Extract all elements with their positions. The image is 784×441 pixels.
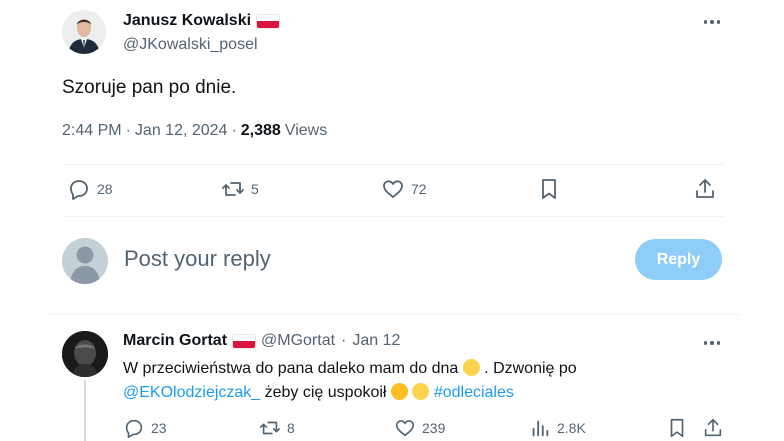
retweet-button[interactable]: 5 bbox=[221, 177, 259, 201]
reply-retweet-button[interactable]: 8 bbox=[259, 417, 295, 439]
divider bbox=[62, 216, 724, 217]
reply-icon bbox=[125, 419, 143, 438]
reply-count: 28 bbox=[97, 181, 113, 197]
reply-submit-button[interactable]: Reply bbox=[635, 239, 722, 280]
bookmark-icon bbox=[670, 418, 684, 438]
reply-icon bbox=[70, 180, 88, 200]
share-icon bbox=[704, 418, 722, 437]
poland-flag-icon bbox=[257, 14, 280, 28]
sweat-smile-emoji-icon bbox=[390, 383, 408, 400]
person-avatar bbox=[70, 246, 100, 284]
reply-text-part: żeby cię uspokoił bbox=[260, 384, 391, 401]
share-icon bbox=[696, 179, 714, 198]
more-dot bbox=[710, 20, 714, 24]
reply-retweet-count: 8 bbox=[287, 420, 295, 436]
reply-share-button[interactable] bbox=[702, 417, 724, 439]
views-count: 2,388 bbox=[240, 122, 281, 139]
more-dot bbox=[716, 20, 721, 24]
finger-emoji-icon bbox=[412, 383, 430, 400]
poland-flag-icon bbox=[233, 334, 256, 348]
reply-header: Marcin Gortat @MGortat · Jan 12 bbox=[123, 332, 400, 350]
divider bbox=[62, 164, 724, 165]
retweet-count: 5 bbox=[251, 181, 259, 197]
more-dot bbox=[710, 341, 714, 345]
retweet-icon bbox=[260, 421, 280, 435]
thread-line bbox=[84, 380, 86, 441]
tweet-text: Szoruje pan po dnie. bbox=[62, 77, 237, 98]
meta-separator: · bbox=[341, 332, 347, 349]
mention-link[interactable]: @EKOlodziejczak_ bbox=[123, 384, 260, 401]
hashtag-link[interactable]: #odleciales bbox=[434, 384, 514, 401]
author-handle[interactable]: @JKowalski_posel bbox=[123, 36, 258, 54]
bookmark-icon bbox=[542, 179, 556, 199]
reply-more-options-button[interactable] bbox=[700, 333, 724, 353]
author-name[interactable]: Janusz Kowalski bbox=[123, 12, 280, 30]
like-button[interactable]: 72 bbox=[381, 177, 427, 201]
like-icon bbox=[395, 420, 415, 437]
more-dots-icon bbox=[703, 341, 708, 345]
like-icon bbox=[383, 180, 403, 198]
reply-views-count: 2.8K bbox=[557, 420, 586, 436]
share-button[interactable] bbox=[693, 177, 717, 201]
reply-text-part: . Dzwonię po bbox=[479, 360, 577, 377]
views-icon bbox=[532, 420, 549, 437]
author-avatar[interactable] bbox=[62, 10, 106, 54]
tweet-meta: 2:44 PM · Jan 12, 2024 · 2,388 Views bbox=[62, 122, 327, 140]
reply-text: W przeciwieństwa do pana daleko mam do d… bbox=[123, 357, 683, 405]
tweet-time[interactable]: 2:44 PM bbox=[62, 122, 122, 140]
reply-reply-button[interactable]: 23 bbox=[123, 417, 167, 439]
meta-separator: · bbox=[231, 122, 237, 139]
reply-button[interactable]: 28 bbox=[67, 177, 113, 201]
views-label: Views bbox=[284, 122, 328, 139]
reply-author-avatar[interactable] bbox=[62, 331, 108, 377]
tweet-date[interactable]: Jan 12, 2024 bbox=[135, 122, 228, 140]
like-count: 72 bbox=[411, 181, 427, 197]
reply-input[interactable]: Post your reply bbox=[124, 246, 271, 272]
reply-reply-count: 23 bbox=[151, 420, 167, 436]
author-name-text[interactable]: Janusz Kowalski bbox=[123, 12, 251, 30]
reply-views-button[interactable]: 2.8K bbox=[529, 417, 586, 439]
more-options-button[interactable] bbox=[700, 12, 724, 32]
bookmark-button[interactable] bbox=[537, 177, 561, 201]
reply-author-handle[interactable]: @MGortat bbox=[261, 332, 335, 350]
reply-like-count: 239 bbox=[422, 420, 446, 436]
meta-separator: · bbox=[125, 122, 131, 139]
more-dots-icon bbox=[703, 20, 708, 24]
reply-author-name[interactable]: Marcin Gortat bbox=[123, 332, 227, 350]
reply-text-part: W przeciwieństwa do pana daleko mam do d… bbox=[123, 360, 463, 377]
more-dot bbox=[716, 341, 721, 345]
reply-like-button[interactable]: 239 bbox=[394, 417, 445, 439]
finger-emoji-icon bbox=[462, 359, 480, 376]
reply-date[interactable]: Jan 12 bbox=[352, 332, 400, 350]
user-avatar[interactable] bbox=[62, 238, 108, 284]
reply-bookmark-button[interactable] bbox=[666, 417, 688, 439]
divider bbox=[48, 314, 740, 315]
retweet-icon bbox=[222, 182, 244, 196]
